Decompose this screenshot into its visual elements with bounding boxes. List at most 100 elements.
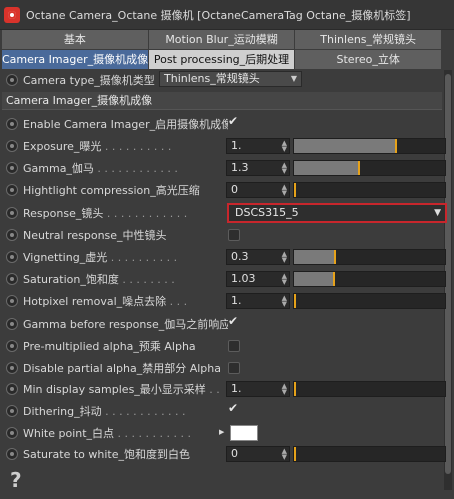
disable-partial-alpha-checkbox[interactable] (228, 362, 240, 374)
dithering-checkbox[interactable] (228, 401, 240, 416)
disable-partial-alpha-label: Disable partial alpha_禁用部分 Alpha (23, 362, 221, 375)
gamma-slider-handle[interactable] (358, 161, 360, 175)
animate-radio-icon[interactable] (6, 295, 18, 307)
spinner-arrows-icon[interactable]: ▲ ▼ (282, 184, 287, 197)
vignetting-row: Vignetting_虚光 . . . . . . . . . . 0.3 ▲ ▼ (4, 247, 446, 267)
premultiplied-alpha-checkbox[interactable] (228, 340, 240, 352)
exposure-slider[interactable] (293, 138, 446, 154)
animate-radio-icon[interactable] (6, 162, 18, 174)
vignetting-value: 0.3 (231, 250, 249, 263)
octane-camera-icon (4, 6, 20, 23)
hotpixel-removal-slider-handle[interactable] (294, 294, 296, 308)
animate-radio-icon[interactable] (6, 273, 18, 285)
vignetting-input[interactable]: 0.3 ▲ ▼ (226, 249, 290, 265)
help-icon[interactable]: ? (10, 468, 22, 492)
min-display-samples-slider[interactable] (293, 381, 446, 397)
neutral-response-row: Neutral response_中性镜头 (4, 225, 442, 245)
exposure-label: Exposure_曝光 . . . . . . . . . . (23, 140, 172, 153)
white-point-label: White point_白点 . . . . . . . . . . . (23, 427, 191, 440)
premultiplied-alpha-label: Pre-multiplied alpha_预乘 Alpha (23, 340, 196, 353)
animate-radio-icon[interactable] (6, 118, 18, 130)
spinner-arrows-icon[interactable]: ▲ ▼ (282, 140, 287, 153)
expand-arrow-icon[interactable]: ▶ (219, 428, 224, 436)
camera-type-row: Camera type_摄像机类型 Thinlens_常规镜头 ▼ (4, 70, 442, 90)
hotpixel-removal-row: Hotpixel removal_噪点去除 . . . 1. ▲ ▼ (4, 291, 446, 311)
animate-radio-icon[interactable] (6, 140, 18, 152)
tab-post-processing[interactable]: Post processing_后期处理 (148, 50, 295, 69)
gamma-slider[interactable] (293, 160, 446, 176)
highlight-compression-slider-handle[interactable] (294, 183, 296, 197)
white-point-color-swatch[interactable] (230, 425, 258, 441)
section-header: Camera Imager_摄像机成像 (2, 92, 442, 110)
gamma-row: Gamma_伽马 . . . . . . . . . . . . 1.3 ▲ ▼ (4, 158, 446, 178)
white-point-row: White point_白点 . . . . . . . . . . . ▶ (4, 423, 442, 443)
saturation-slider[interactable] (293, 271, 446, 287)
spinner-arrows-icon[interactable]: ▲ ▼ (282, 295, 287, 308)
premultiplied-alpha-row: Pre-multiplied alpha_预乘 Alpha (4, 336, 442, 356)
spinner-arrows-icon[interactable]: ▲ ▼ (282, 448, 287, 461)
highlight-compression-slider[interactable] (293, 182, 446, 198)
animate-radio-icon[interactable] (6, 251, 18, 263)
min-display-samples-input[interactable]: 1. ▲ ▼ (226, 381, 290, 397)
gamma-label: Gamma_伽马 . . . . . . . . . . . . (23, 162, 178, 175)
vignetting-slider[interactable] (293, 249, 446, 265)
animate-radio-icon[interactable] (6, 405, 18, 417)
hotpixel-removal-label: Hotpixel removal_噪点去除 . . . (23, 295, 188, 308)
spinner-arrows-icon[interactable]: ▲ ▼ (282, 162, 287, 175)
enable-camera-imager-label: Enable Camera Imager_启用摄像机成像 (23, 118, 228, 131)
spinner-arrows-icon[interactable]: ▲ ▼ (282, 251, 287, 264)
camera-type-value: Thinlens_常规镜头 (164, 72, 260, 85)
saturation-slider-fill (294, 272, 333, 286)
saturate-to-white-slider-handle[interactable] (294, 447, 296, 461)
window-title: Octane Camera_Octane 摄像机 [OctaneCameraTa… (26, 8, 411, 22)
exposure-input[interactable]: 1. ▲ ▼ (226, 138, 290, 154)
saturation-value: 1.03 (231, 272, 256, 285)
saturation-input[interactable]: 1.03 ▲ ▼ (226, 271, 290, 287)
animate-radio-icon[interactable] (6, 340, 18, 352)
neutral-response-label: Neutral response_中性镜头 (23, 229, 167, 242)
animate-radio-icon[interactable] (6, 74, 18, 86)
tab-basic[interactable]: 基本 (2, 30, 148, 49)
spinner-arrows-icon[interactable]: ▲ ▼ (282, 383, 287, 396)
vignetting-slider-handle[interactable] (334, 250, 336, 264)
response-row: Response_镜头 . . . . . . . . . . . . DSCS… (4, 203, 447, 223)
tab-motion-blur[interactable]: Motion Blur_运动模糊 (148, 30, 295, 49)
animate-radio-icon[interactable] (6, 184, 18, 196)
gamma-before-response-row: Gamma before response_伽马之前响应 (4, 314, 442, 334)
tab-bar: 基本 Motion Blur_运动模糊 Thinlens_常规镜头 Camera… (2, 30, 442, 70)
exposure-slider-fill (294, 139, 395, 153)
vignetting-label: Vignetting_虚光 . . . . . . . . . . (23, 251, 178, 264)
enable-camera-imager-checkbox[interactable] (228, 114, 240, 129)
hotpixel-removal-value: 1. (231, 294, 242, 307)
animate-radio-icon[interactable] (6, 383, 18, 395)
gamma-before-response-label: Gamma before response_伽马之前响应 (23, 318, 228, 331)
saturate-to-white-input[interactable]: 0 ▲ ▼ (226, 446, 290, 462)
gamma-before-response-checkbox[interactable] (228, 314, 240, 329)
exposure-slider-handle[interactable] (395, 139, 397, 153)
min-display-samples-slider-handle[interactable] (294, 382, 296, 396)
min-display-samples-value: 1. (231, 382, 242, 395)
spinner-arrows-icon[interactable]: ▲ ▼ (282, 273, 287, 286)
vignetting-slider-fill (294, 250, 334, 264)
camera-type-select[interactable]: Thinlens_常规镜头 ▼ (159, 71, 302, 87)
gamma-value: 1.3 (231, 161, 249, 174)
neutral-response-checkbox[interactable] (228, 229, 240, 241)
tab-thinlens[interactable]: Thinlens_常规镜头 (295, 30, 442, 49)
hotpixel-removal-input[interactable]: 1. ▲ ▼ (226, 293, 290, 309)
response-value: DSCS315_5 (235, 206, 299, 219)
gamma-input[interactable]: 1.3 ▲ ▼ (226, 160, 290, 176)
animate-radio-icon[interactable] (6, 427, 18, 439)
min-display-samples-label: Min display samples_最小显示采样 . . (23, 383, 220, 396)
saturation-slider-handle[interactable] (333, 272, 335, 286)
animate-radio-icon[interactable] (6, 207, 18, 219)
animate-radio-icon[interactable] (6, 448, 18, 460)
animate-radio-icon[interactable] (6, 362, 18, 374)
response-select[interactable]: DSCS315_5 ▼ (227, 203, 447, 223)
hotpixel-removal-slider[interactable] (293, 293, 446, 309)
animate-radio-icon[interactable] (6, 229, 18, 241)
tab-stereo[interactable]: Stereo_立体 (295, 50, 442, 69)
saturate-to-white-slider[interactable] (293, 446, 446, 462)
tab-camera-imager[interactable]: Camera Imager_摄像机成像 (2, 50, 148, 69)
animate-radio-icon[interactable] (6, 318, 18, 330)
highlight-compression-input[interactable]: 0 ▲ ▼ (226, 182, 290, 198)
